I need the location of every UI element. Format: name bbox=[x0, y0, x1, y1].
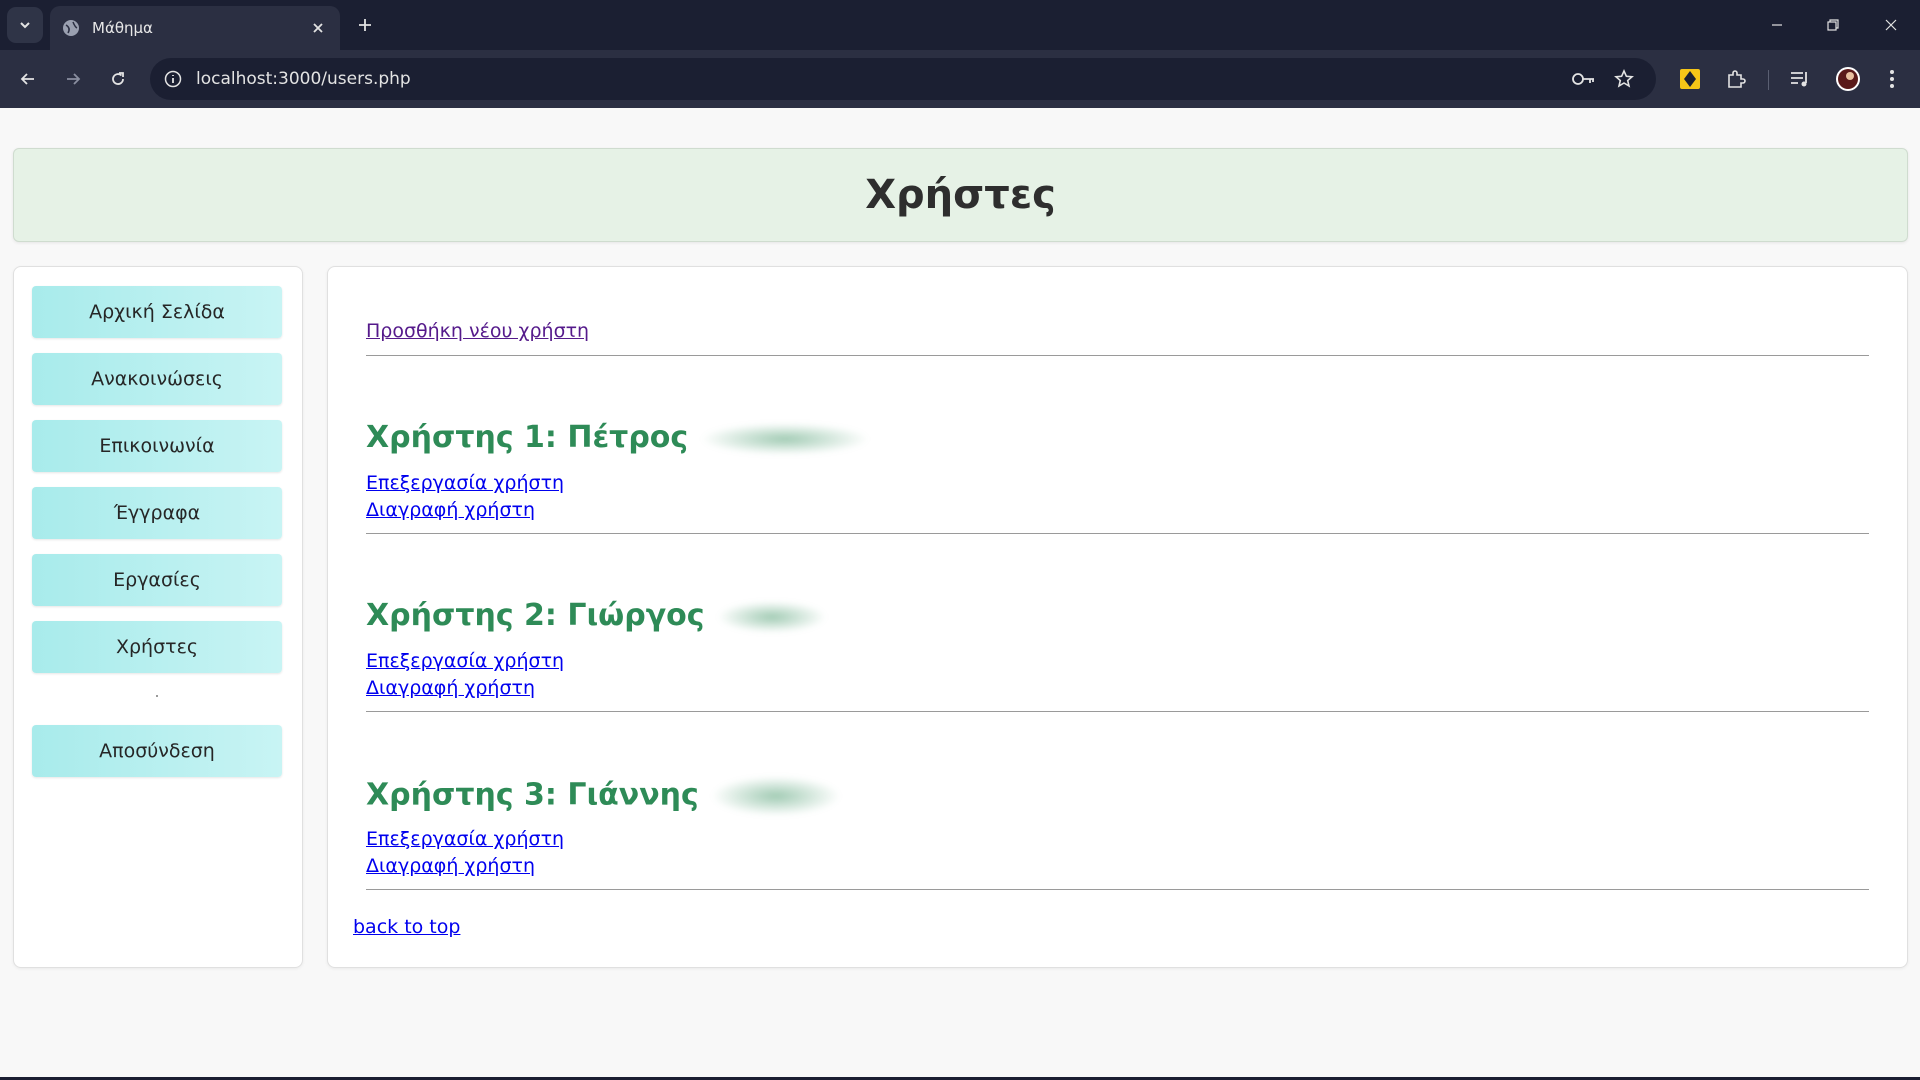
back-button[interactable] bbox=[13, 64, 43, 94]
minimize-icon bbox=[1772, 24, 1782, 26]
forward-icon bbox=[67, 73, 81, 85]
redacted-blur bbox=[710, 776, 841, 816]
divider bbox=[366, 355, 1869, 356]
page: Χρήστες Αρχική Σελίδα Ανακοινώσεις Επικο… bbox=[0, 108, 1920, 1078]
sidebar-item-documents[interactable]: Έγγραφα bbox=[32, 487, 282, 539]
main-content: Προσθήκη νέου χρήστη Χρήστης 1: Πέτρος Ε… bbox=[327, 266, 1908, 968]
address-bar[interactable]: localhost:3000/users.php bbox=[150, 58, 1656, 100]
redacted-blur bbox=[716, 600, 827, 633]
avatar[interactable] bbox=[1834, 65, 1862, 93]
user-title: Χρήστης 1: Πέτρος bbox=[366, 420, 871, 455]
sidebar-item-label: Ανακοινώσεις bbox=[91, 368, 223, 390]
tab-strip: Μάθημα bbox=[0, 0, 1920, 50]
media-icon[interactable] bbox=[1786, 65, 1814, 93]
delete-user-link[interactable]: Διαγραφή χρήστη bbox=[366, 855, 535, 877]
sidebar-item-label: Εργασίες bbox=[113, 569, 201, 591]
add-user-link[interactable]: Προσθήκη νέου χρήστη bbox=[366, 320, 589, 342]
edit-user-link[interactable]: Επεξεργασία χρήστη bbox=[366, 472, 564, 494]
sidebar-item-label: Αποσύνδεση bbox=[99, 740, 215, 762]
extension-icon[interactable] bbox=[1676, 65, 1704, 93]
delete-user-link[interactable]: Διαγραφή χρήστη bbox=[366, 677, 535, 699]
page-title: Χρήστες bbox=[865, 172, 1056, 218]
sidebar-divider bbox=[156, 695, 158, 697]
close-icon[interactable] bbox=[306, 16, 330, 40]
tab-title: Μάθημα bbox=[92, 19, 153, 37]
user-title: Χρήστης 2: Γιώργος bbox=[366, 598, 827, 633]
back-icon bbox=[20, 73, 34, 85]
forward-button[interactable] bbox=[58, 64, 88, 94]
divider bbox=[366, 711, 1869, 712]
sidebar: Αρχική Σελίδα Ανακοινώσεις Επικοινωνία Έ… bbox=[13, 266, 303, 968]
delete-user-link[interactable]: Διαγραφή χρήστη bbox=[366, 499, 535, 521]
info-icon[interactable] bbox=[162, 68, 184, 90]
tab-active[interactable]: Μάθημα bbox=[50, 6, 340, 50]
user-title: Χρήστης 3: Γιάννης bbox=[366, 776, 841, 816]
reload-icon bbox=[112, 72, 124, 85]
browser-toolbar: localhost:3000/users.php bbox=[0, 50, 1920, 108]
sidebar-item-assignments[interactable]: Εργασίες bbox=[32, 554, 282, 606]
plus-icon bbox=[359, 19, 371, 31]
new-tab-button[interactable] bbox=[352, 12, 378, 38]
sidebar-item-label: Αρχική Σελίδα bbox=[89, 301, 225, 323]
globe-icon bbox=[62, 19, 80, 37]
sidebar-item-label: Επικοινωνία bbox=[99, 435, 215, 457]
sidebar-item-label: Έγγραφα bbox=[113, 502, 201, 524]
divider bbox=[366, 889, 1869, 890]
sidebar-item-announcements[interactable]: Ανακοινώσεις bbox=[32, 353, 282, 405]
restore-icon bbox=[1827, 19, 1839, 31]
puzzle-icon[interactable] bbox=[1722, 65, 1750, 93]
back-to-top-link[interactable]: back to top bbox=[353, 916, 460, 938]
minimize-button[interactable] bbox=[1762, 10, 1792, 40]
edit-user-link[interactable]: Επεξεργασία χρήστη bbox=[366, 650, 564, 672]
restore-button[interactable] bbox=[1818, 10, 1848, 40]
redacted-blur bbox=[700, 422, 871, 455]
sidebar-item-contact[interactable]: Επικοινωνία bbox=[32, 420, 282, 472]
page-header: Χρήστες bbox=[13, 148, 1908, 242]
reload-button[interactable] bbox=[103, 64, 133, 94]
key-icon[interactable] bbox=[1572, 68, 1596, 90]
menu-icon[interactable] bbox=[1878, 65, 1906, 93]
close-icon bbox=[1885, 19, 1897, 31]
edit-user-link[interactable]: Επεξεργασία χρήστη bbox=[366, 828, 564, 850]
star-icon[interactable] bbox=[1612, 68, 1636, 90]
sidebar-item-label: Χρήστες bbox=[115, 636, 199, 658]
toolbar-separator bbox=[1768, 70, 1769, 90]
sidebar-item-users[interactable]: Χρήστες bbox=[32, 621, 282, 673]
chevron-down-icon bbox=[20, 22, 30, 29]
url-text[interactable]: localhost:3000/users.php bbox=[196, 69, 411, 89]
tab-search-button[interactable] bbox=[7, 7, 43, 43]
sidebar-item-logout[interactable]: Αποσύνδεση bbox=[32, 725, 282, 777]
divider bbox=[366, 533, 1869, 534]
sidebar-item-home[interactable]: Αρχική Σελίδα bbox=[32, 286, 282, 338]
close-window-button[interactable] bbox=[1876, 10, 1906, 40]
